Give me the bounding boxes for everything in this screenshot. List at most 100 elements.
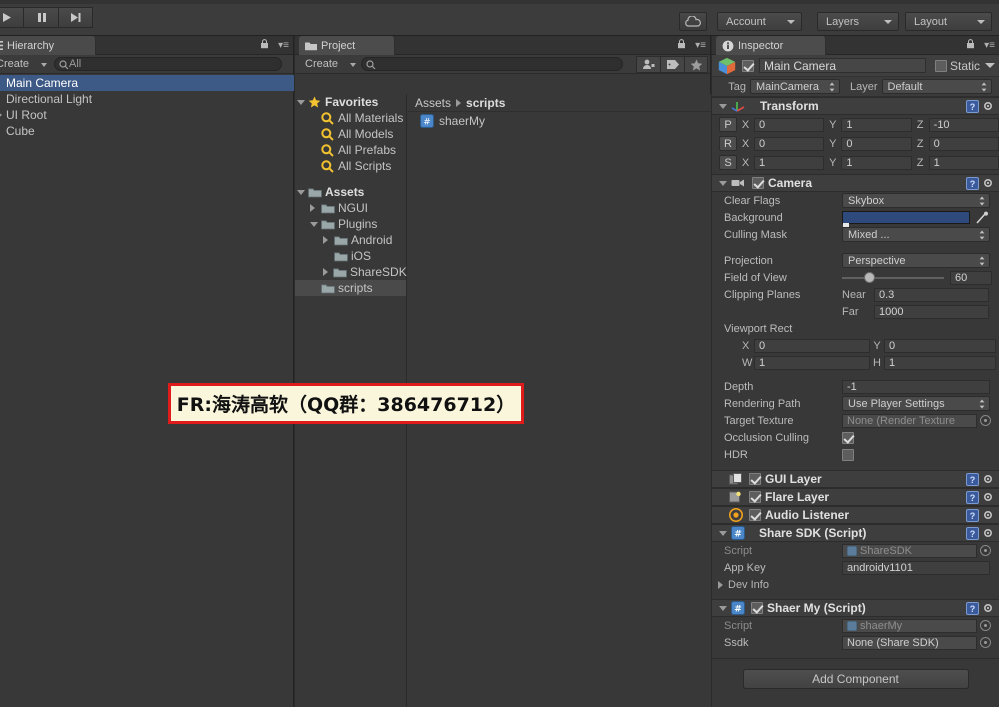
hdr-checkbox[interactable] — [842, 448, 854, 461]
hierarchy-item[interactable]: Cube — [0, 123, 294, 139]
cloud-services-button[interactable] — [679, 12, 707, 31]
project-tree-item[interactable]: Favorites — [295, 94, 406, 110]
chevron-down-icon[interactable] — [297, 189, 307, 195]
occlusion-culling-checkbox[interactable] — [842, 431, 854, 444]
shaer-my-enabled-checkbox[interactable] — [751, 602, 763, 614]
share-sdk-component-header[interactable]: # Share SDK (Script) ? — [712, 524, 999, 542]
lock-icon[interactable] — [260, 39, 269, 49]
help-icon[interactable]: ? — [966, 472, 979, 486]
transform-row-key[interactable]: R — [719, 136, 737, 151]
axis-input[interactable]: 0 — [928, 136, 999, 151]
gear-icon[interactable] — [982, 177, 995, 190]
play-button[interactable] — [0, 7, 23, 28]
gear-icon[interactable] — [982, 527, 995, 540]
near-input[interactable]: 0.3 — [874, 287, 989, 302]
gear-icon[interactable] — [982, 100, 995, 113]
project-tree-item[interactable]: Plugins — [295, 216, 406, 232]
projection-dropdown[interactable]: Perspective — [842, 253, 990, 268]
project-tree-item[interactable]: iOS — [295, 248, 406, 264]
rendering-path-dropdown[interactable]: Use Player Settings — [842, 396, 990, 411]
far-input[interactable]: 1000 — [874, 304, 989, 319]
help-icon[interactable]: ? — [966, 99, 979, 113]
field-of-view-slider[interactable] — [842, 271, 944, 285]
breadcrumb-assets[interactable]: Assets — [415, 96, 451, 110]
hierarchy-item[interactable]: UI Root — [0, 107, 294, 123]
help-icon[interactable]: ? — [966, 176, 979, 190]
add-component-button[interactable]: Add Component — [742, 669, 969, 689]
camera-foldout-icon[interactable] — [719, 180, 727, 186]
gear-icon[interactable] — [982, 473, 995, 486]
help-icon[interactable]: ? — [966, 526, 979, 540]
tab-hierarchy[interactable]: Hierarchy — [0, 36, 96, 55]
chevron-right-icon[interactable] — [323, 236, 333, 244]
account-dropdown[interactable]: Account — [717, 12, 802, 31]
layers-dropdown[interactable]: Layers — [817, 12, 899, 31]
lock-icon[interactable] — [966, 39, 975, 49]
clear-flags-dropdown[interactable]: Skybox — [842, 193, 990, 208]
transform-foldout-icon[interactable] — [719, 103, 727, 109]
viewport-w-input[interactable]: 1 — [754, 355, 870, 370]
chevron-down-icon[interactable] — [297, 99, 307, 105]
eyedropper-icon[interactable] — [975, 211, 989, 225]
transform-row-key[interactable]: S — [719, 155, 737, 170]
gear-icon[interactable] — [982, 491, 995, 504]
camera-component-header[interactable]: Camera ? — [712, 174, 999, 192]
help-icon[interactable]: ? — [966, 508, 979, 522]
favorites-star-button[interactable] — [684, 56, 708, 73]
tab-inspector[interactable]: Inspector — [716, 36, 826, 55]
project-tree-item[interactable]: Assets — [295, 184, 406, 200]
shaer-my-foldout-icon[interactable] — [719, 605, 727, 611]
component-enabled-checkbox[interactable] — [749, 509, 761, 521]
layout-dropdown[interactable]: Layout — [905, 12, 992, 31]
transform-component-header[interactable]: Transform ? — [712, 97, 999, 115]
axis-input[interactable]: 0 — [754, 117, 825, 132]
chevron-down-icon[interactable] — [310, 221, 320, 227]
project-tree-item[interactable]: ShareSDK — [295, 264, 407, 280]
hierarchy-item[interactable]: Main Camera — [0, 75, 294, 91]
static-checkbox[interactable] — [934, 59, 947, 72]
object-picker-icon[interactable] — [980, 620, 991, 631]
gameobject-enabled-checkbox[interactable] — [742, 59, 754, 72]
axis-input[interactable]: 0 — [754, 136, 825, 151]
object-picker-icon[interactable] — [980, 415, 991, 426]
inspector-context-menu-icon[interactable]: ▾≡ — [984, 41, 995, 51]
hierarchy-create-button[interactable]: Create — [0, 56, 50, 72]
culling-mask-dropdown[interactable]: Mixed ... — [842, 227, 990, 242]
component-header[interactable]: Flare Layer? — [712, 488, 999, 506]
axis-input[interactable]: -10 — [928, 117, 999, 132]
share-sdk-appkey-input[interactable]: androidv1101 — [842, 560, 990, 575]
project-tree-item[interactable]: NGUI — [295, 200, 406, 216]
viewport-y-input[interactable]: 0 — [884, 338, 996, 353]
project-create-button[interactable]: Create — [301, 56, 359, 72]
label-tag-button[interactable] — [660, 56, 684, 73]
share-sdk-devinfo-foldout[interactable]: Dev Info — [712, 576, 999, 593]
project-search-input[interactable] — [361, 57, 623, 71]
chevron-right-icon[interactable] — [323, 268, 333, 276]
share-sdk-script-objectfield[interactable]: ShareSDK — [842, 543, 977, 558]
hierarchy-search-input[interactable]: All — [54, 57, 282, 71]
asset-item[interactable]: # shaerMy — [408, 112, 711, 130]
depth-input[interactable]: -1 — [842, 379, 990, 394]
transform-row-key[interactable]: P — [719, 117, 737, 132]
hierarchy-item[interactable]: Directional Light — [0, 91, 294, 107]
shaer-my-component-header[interactable]: # Shaer My (Script) ? — [712, 599, 999, 617]
component-enabled-checkbox[interactable] — [749, 491, 761, 503]
gear-icon[interactable] — [982, 509, 995, 522]
project-tree-item[interactable]: All Prefabs — [295, 142, 406, 158]
project-tree-item[interactable]: scripts — [295, 280, 406, 296]
tag-dropdown[interactable]: MainCamera — [750, 79, 840, 94]
project-tree-item[interactable]: Android — [295, 232, 406, 248]
background-color-swatch[interactable] — [842, 211, 970, 227]
component-header[interactable]: GUI Layer? — [712, 470, 999, 488]
axis-input[interactable]: 1 — [928, 155, 999, 170]
gameobject-name-input[interactable]: Main Camera — [759, 58, 926, 73]
shaer-my-ssdk-objectfield[interactable]: None (Share SDK) — [842, 635, 977, 650]
camera-enabled-checkbox[interactable] — [752, 177, 764, 189]
object-picker-icon[interactable] — [980, 637, 991, 648]
chevron-right-icon[interactable] — [310, 204, 320, 212]
project-tree-item[interactable]: All Scripts — [295, 158, 406, 174]
gear-icon[interactable] — [982, 602, 995, 615]
slider-knob[interactable] — [864, 272, 876, 283]
shaer-my-script-objectfield[interactable]: shaerMy — [842, 618, 977, 633]
object-picker-icon[interactable] — [980, 545, 991, 556]
